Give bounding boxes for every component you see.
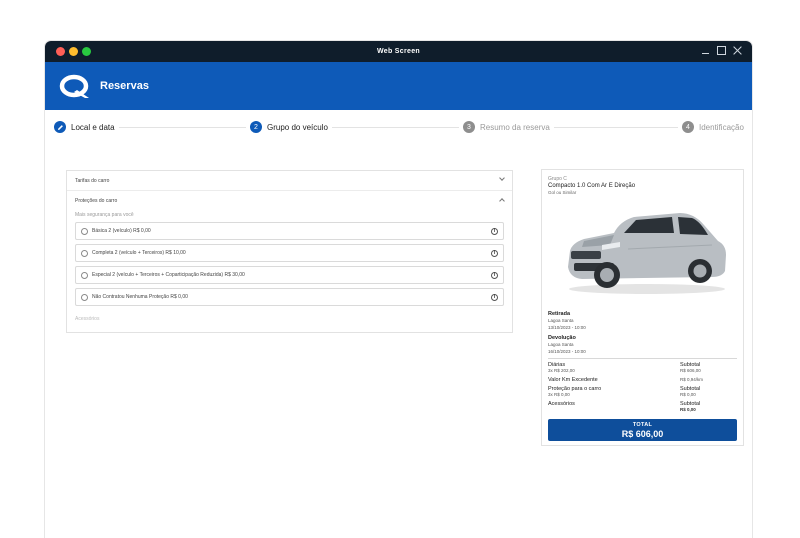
summary-row-diarias: Diárias 3x R$ 202,00 Subtotal R$ 606,00 <box>548 362 737 374</box>
window-titlebar: Web Screen <box>45 41 752 62</box>
step-number: 3 <box>463 121 475 133</box>
option-label: Básica 2 (veículo) R$ 0,00 <box>92 228 151 234</box>
accordion-tarifas[interactable]: Tarifas do carro <box>67 171 512 190</box>
window-title: Web Screen <box>377 48 420 55</box>
minimize-icon[interactable] <box>701 46 710 55</box>
option-label: Não Contratou Nenhuma Proteção R$ 0,00 <box>92 294 188 300</box>
pencil-icon <box>54 121 66 133</box>
step-local-data[interactable]: Local e data <box>50 121 119 133</box>
step-number: 4 <box>682 121 694 133</box>
summary-row-acessorios: Acessórios Subtotal R$ 0,00 <box>548 401 737 413</box>
progress-stepper: Local e data 2 Grupo do veículo 3 Resumo… <box>45 110 752 144</box>
step-label: Grupo do veículo <box>267 122 328 132</box>
page-title: Reservas <box>100 80 149 92</box>
divider <box>548 358 737 359</box>
window-controls <box>701 46 742 55</box>
pickup-location: Lagoa Santa <box>548 318 574 323</box>
app-window: Web Screen Reservas Local e data 2 Grupo… <box>45 41 752 538</box>
car-group: Grupo C <box>548 176 567 182</box>
minimize-dot-icon[interactable] <box>69 47 78 56</box>
row-detail: 3x R$ 202,00 <box>548 368 575 373</box>
brand-logo-icon[interactable] <box>59 73 91 99</box>
app-header: Reservas <box>45 62 752 110</box>
option-label: Completa 2 (veículo + Terceiros) R$ 10,0… <box>92 250 186 256</box>
stepper-line <box>105 127 692 128</box>
car-model: Gol ou Similar <box>548 190 577 195</box>
return-date: 16/10/2023 - 10:00 <box>548 349 586 354</box>
zoom-dot-icon[interactable] <box>82 47 91 56</box>
protection-option[interactable]: Básica 2 (veículo) R$ 0,00 i <box>75 222 504 240</box>
close-dot-icon[interactable] <box>56 47 65 56</box>
step-resumo[interactable]: 3 Resumo da reserva <box>459 121 554 133</box>
summary-row-km: Valor Km Excedente R$ 0,94/km <box>548 377 737 383</box>
radio-button[interactable] <box>81 293 88 301</box>
row-subtotal-value: R$ 0,00 <box>680 392 696 397</box>
accordion-protecoes[interactable]: Proteções do carro <box>67 191 512 210</box>
row-detail: 3x R$ 0,00 <box>548 392 570 397</box>
total-label: TOTAL <box>632 421 653 428</box>
protection-option[interactable]: Completa 2 (veículo + Terceiros) R$ 10,0… <box>75 244 504 262</box>
step-grupo-veiculo[interactable]: 2 Grupo do veículo <box>246 121 332 133</box>
maximize-icon[interactable] <box>717 46 726 55</box>
row-subtotal-value: R$ 606,00 <box>680 368 701 373</box>
step-label: Local e data <box>71 122 115 132</box>
row-subtotal-value: R$ 0,00 <box>680 407 696 412</box>
step-label: Identificação <box>699 122 744 132</box>
accordion-title: Tarifas do carro <box>75 177 110 184</box>
close-icon[interactable] <box>733 46 742 55</box>
radio-button[interactable] <box>81 227 88 235</box>
reservation-summary: Grupo C Compacto 1.0 Com Ar E Direção Go… <box>541 169 744 446</box>
info-icon[interactable]: i <box>491 250 498 257</box>
car-name: Compacto 1.0 Com Ar E Direção <box>548 183 636 189</box>
row-value: R$ 0,94/km <box>680 377 704 382</box>
info-icon[interactable]: i <box>491 294 498 301</box>
protection-option[interactable]: Não Contratou Nenhuma Proteção R$ 0,00 i <box>75 288 504 306</box>
option-label: Especial 2 (veículo + Terceiros + Copart… <box>92 272 245 278</box>
info-icon[interactable]: i <box>491 272 498 279</box>
radio-button[interactable] <box>81 271 88 279</box>
row-title: Valor Km Excedente <box>548 377 598 383</box>
step-number: 2 <box>250 121 262 133</box>
traffic-lights <box>56 47 91 56</box>
protection-option[interactable]: Especial 2 (veículo + Terceiros + Copart… <box>75 266 504 284</box>
step-identificacao[interactable]: 4 Identificação <box>678 121 748 133</box>
return-location: Lagoa Santa <box>548 342 574 347</box>
pickup-date: 13/10/2023 - 10:00 <box>548 325 586 330</box>
options-panel: Tarifas do carro Proteções do carro Mais… <box>66 170 513 333</box>
chevron-down-icon[interactable] <box>499 175 505 181</box>
radio-button[interactable] <box>81 249 88 257</box>
row-title: Acessórios <box>548 401 575 407</box>
accordion-title: Proteções do carro <box>75 197 118 204</box>
total-box[interactable]: TOTAL R$ 606,00 <box>548 419 737 441</box>
accordion-acessorios[interactable]: Acessórios <box>67 316 512 322</box>
summary-row-protecao: Proteção para o carro 3x R$ 0,00 Subtota… <box>548 386 737 398</box>
info-icon[interactable]: i <box>491 228 498 235</box>
chevron-up-icon[interactable] <box>499 198 505 204</box>
protection-subtitle: Mais segurança para você <box>75 212 134 218</box>
step-label: Resumo da reserva <box>480 122 550 132</box>
total-value: R$ 606,00 <box>621 428 664 439</box>
car-image <box>568 213 726 294</box>
